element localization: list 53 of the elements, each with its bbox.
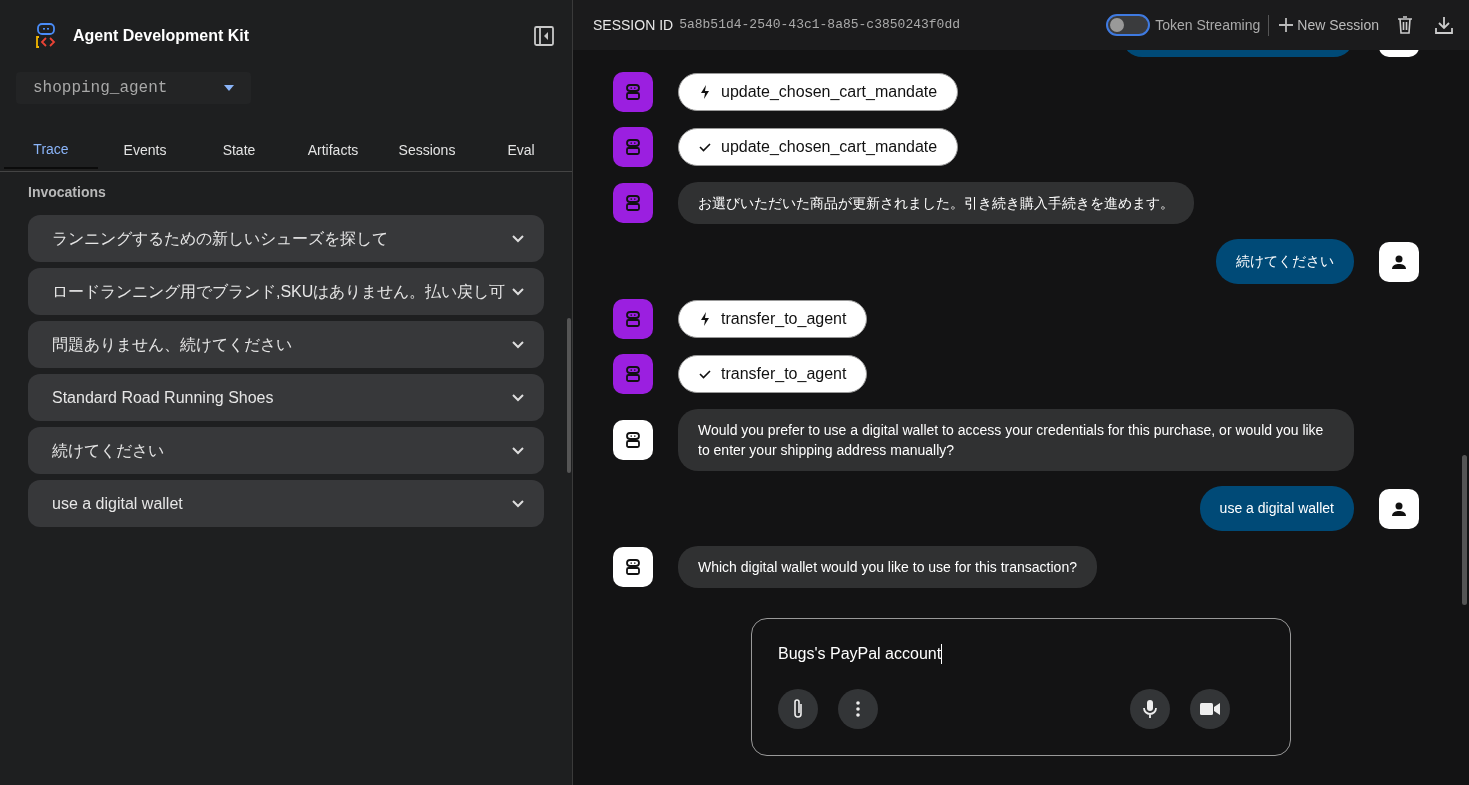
function-call-chip: transfer_to_agent: [678, 300, 868, 338]
user-message: use a digital wallet: [1199, 486, 1354, 531]
tab[interactable]: State: [192, 130, 286, 171]
token-streaming-switch[interactable]: [1106, 14, 1151, 36]
chevron-icon: [512, 446, 524, 455]
user-avatar-icon: [1379, 241, 1419, 282]
chevron-icon: [512, 393, 524, 402]
new-session-button[interactable]: New Session: [1279, 14, 1379, 36]
invocation-item[interactable]: ランニングするための新しいシューズを探して: [28, 215, 544, 262]
tab[interactable]: Eval: [474, 130, 568, 171]
app-title: Agent Development Kit: [73, 26, 250, 46]
bolt-icon: [699, 85, 711, 99]
session-label: SESSION ID: [593, 15, 674, 35]
invocation-item[interactable]: 問題ありません、続けてください: [28, 321, 544, 368]
section-title: Invocations: [28, 183, 107, 202]
invocation-item[interactable]: 続けてください: [28, 427, 544, 474]
function-result-chip: update_chosen_cart_mandate: [678, 128, 959, 166]
sidebar-toggle-icon[interactable]: [533, 25, 555, 47]
invocation-item[interactable]: Standard Road Running Shoes: [28, 374, 544, 421]
microphone-icon[interactable]: [1130, 689, 1170, 729]
download-icon[interactable]: [1435, 16, 1453, 34]
bolt-icon: [699, 312, 711, 326]
chevron-icon: [512, 340, 524, 349]
tab[interactable]: Events: [98, 130, 192, 171]
agent-select[interactable]: shopping_agent: [16, 72, 251, 104]
agent-message: Which digital wallet would you like to use for this transaction?: [678, 546, 1097, 588]
switch-label: Token Streaming: [1155, 14, 1270, 36]
function-call-chip: update_chosen_cart_mandate: [678, 73, 959, 111]
session-id: 5a8b51d4-2540-43c1-8a85-c3850243f0dd: [679, 16, 961, 35]
invocation-item[interactable]: ロードランニング用でブランド,SKUはありません。払い戻し可: [28, 268, 544, 315]
agent-message: Would you prefer to use a digital wallet to access your credentials for this purchase, or would you like to enter your shipping address manually?: [678, 409, 1354, 471]
function-result-chip: transfer_to_agent: [678, 355, 868, 393]
agent-message: お選びいただいた商品が更新されました。引き続き購入手続きを進めます。: [678, 182, 1194, 224]
video-camera-icon[interactable]: [1190, 689, 1230, 729]
chevron-icon: [512, 287, 524, 296]
caret-icon: [224, 85, 234, 91]
user-message: 続けてください: [1216, 239, 1354, 284]
message-input[interactable]: Bugs's PayPal account: [751, 618, 1291, 756]
user-avatar-icon: [1379, 488, 1419, 529]
checkmark-icon: [699, 140, 711, 154]
more-options-icon[interactable]: [838, 689, 878, 729]
tab[interactable]: Sessions: [380, 130, 474, 171]
tab[interactable]: Artifacts: [286, 130, 380, 171]
checkmark-icon: [699, 367, 711, 381]
invocation-item[interactable]: use a digital wallet: [28, 480, 544, 527]
logo-icon: [35, 23, 57, 49]
trash-icon[interactable]: [1397, 16, 1413, 34]
chevron-icon: [512, 234, 524, 243]
attach-icon[interactable]: [778, 689, 818, 729]
plus-icon: [1279, 18, 1294, 32]
tab[interactable]: Trace: [4, 130, 98, 171]
text-cursor: [941, 644, 943, 664]
chevron-icon: [512, 499, 524, 508]
